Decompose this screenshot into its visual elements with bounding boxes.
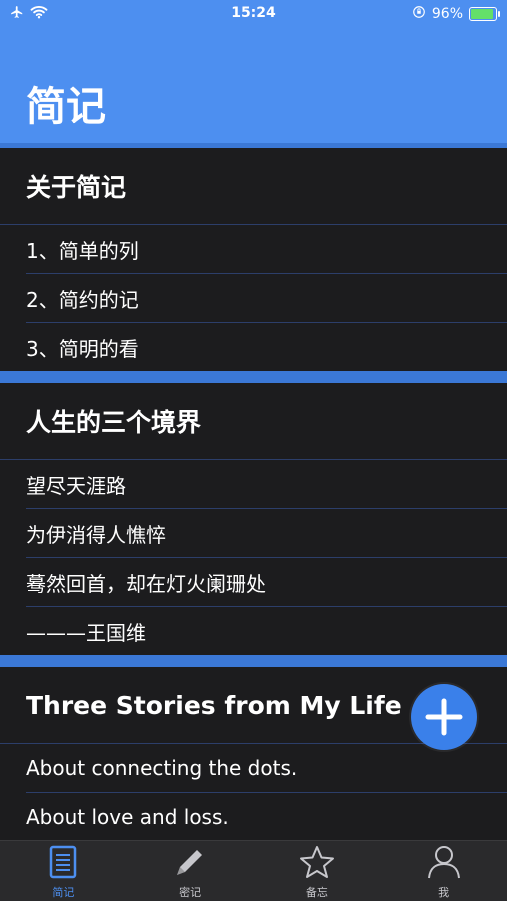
orientation-lock-icon: [412, 5, 426, 23]
add-note-button[interactable]: [411, 684, 477, 750]
section-title[interactable]: 人生的三个境界: [0, 383, 507, 460]
battery-level: [471, 9, 494, 19]
list-item[interactable]: About connecting the dots.: [26, 744, 507, 793]
tab-star[interactable]: 备忘: [254, 841, 381, 901]
tab-note[interactable]: 简记: [0, 841, 127, 901]
list-item[interactable]: About love and loss.: [26, 793, 507, 840]
list-item[interactable]: 为伊消得人憔悴: [26, 509, 507, 558]
list-item[interactable]: ———王国维: [26, 607, 507, 655]
note-icon: [49, 845, 77, 883]
person-icon: [426, 845, 462, 883]
page-title: 简记: [26, 84, 106, 130]
tab-label: 简记: [52, 886, 75, 899]
battery-percent: 96%: [431, 6, 463, 22]
list-item[interactable]: 望尽天涯路: [26, 460, 507, 509]
list-item[interactable]: 1、简单的列: [26, 225, 507, 274]
status-bar: 15:24 96%: [0, 0, 507, 30]
tab-label: 备忘: [305, 886, 328, 899]
plus-icon: [425, 698, 463, 736]
tab-person[interactable]: 我: [380, 841, 507, 901]
pencil-icon: [173, 845, 207, 883]
section-divider: [0, 371, 507, 383]
star-icon: [299, 845, 335, 883]
tab-label: 密记: [179, 886, 202, 899]
tab-bar: 简记 密记 备忘 我: [0, 840, 507, 901]
list-item[interactable]: 2、简约的记: [26, 274, 507, 323]
tab-label: 我: [438, 886, 450, 899]
note-section: 关于简记 1、简单的列 2、简约的记 3、简明的看: [0, 143, 507, 371]
list-item[interactable]: 3、简明的看: [26, 323, 507, 371]
list-item[interactable]: 蓦然回首，却在灯火阑珊处: [26, 558, 507, 607]
battery-icon: [469, 7, 500, 21]
note-section: 人生的三个境界 望尽天涯路 为伊消得人憔悴 蓦然回首，却在灯火阑珊处 ———王国维: [0, 371, 507, 655]
section-title[interactable]: 关于简记: [0, 148, 507, 225]
header: 15:24 96% 简记: [0, 0, 507, 143]
tab-pencil[interactable]: 密记: [127, 841, 254, 901]
section-divider: [0, 655, 507, 667]
